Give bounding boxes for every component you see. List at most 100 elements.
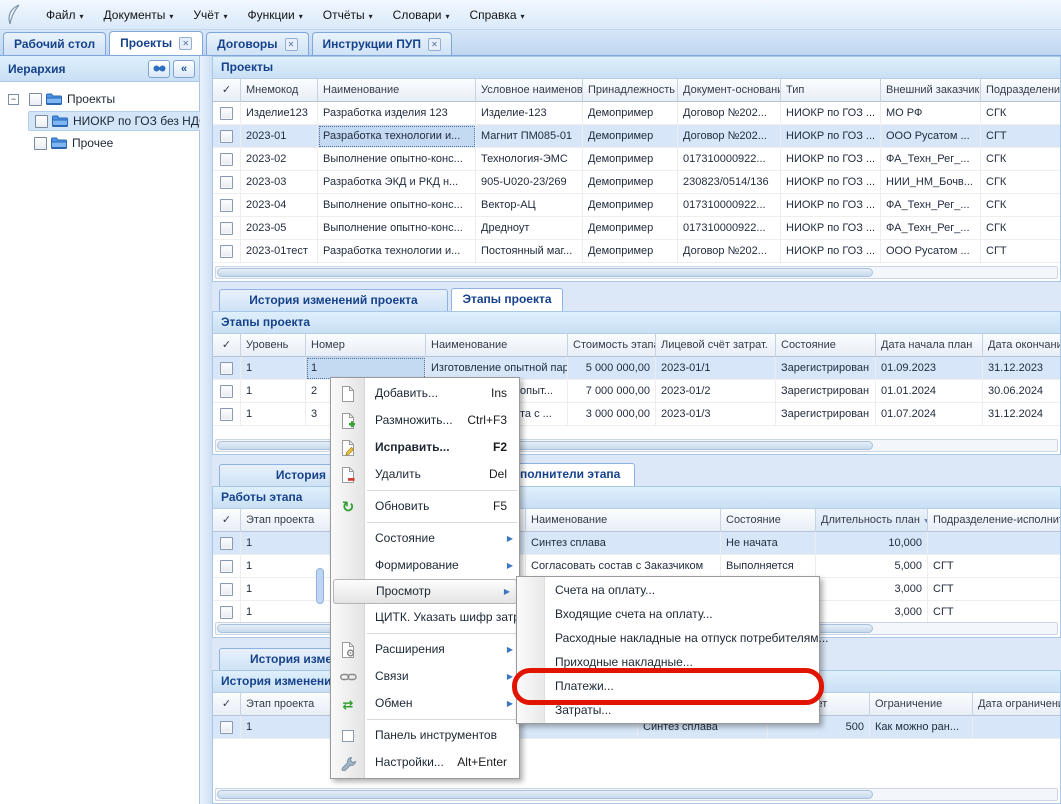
row-checkbox-cell[interactable] [213,532,241,555]
column-header[interactable]: ✓ [213,334,241,357]
row-checkbox[interactable] [220,560,233,573]
scrollbar-thumb[interactable] [217,268,873,277]
context-menu-item[interactable]: Расширения▶ [331,636,519,663]
scrollbar-thumb[interactable] [217,441,873,450]
menubar-item[interactable]: Файл▾ [36,4,94,26]
row-checkbox[interactable] [220,176,233,189]
context-menu-item[interactable]: Настройки...Alt+Enter [331,749,519,776]
column-header[interactable]: Наименование [426,334,568,357]
tab-Договоры[interactable]: Договоры✕ [206,32,308,55]
row-checkbox[interactable] [220,130,233,143]
tree-expand-toggle[interactable]: − [8,94,19,105]
menubar-item[interactable]: Отчёты▾ [313,4,383,26]
row-checkbox-cell[interactable] [213,125,241,148]
collapse-sidebar-button[interactable]: « [173,60,195,78]
column-header[interactable]: Дата окончания [983,334,1060,357]
horizontal-scrollbar[interactable] [215,266,1058,279]
menubar-item[interactable]: Словари▾ [383,4,460,26]
menubar-item[interactable]: Учёт▾ [183,4,237,26]
row-checkbox[interactable] [220,583,233,596]
column-header[interactable]: Дата ограничения [973,693,1060,716]
tree-checkbox[interactable] [35,115,48,128]
tree-item[interactable]: НИОКР по ГОЗ без НДС [0,110,199,132]
column-header[interactable]: Этап проекта [241,693,343,716]
submenu-item[interactable]: Счета на оплату... [517,578,819,602]
tab-Инструкции ПУП[interactable]: Инструкции ПУП✕ [312,32,452,55]
column-header[interactable]: Уровень [241,334,306,357]
row-checkbox[interactable] [220,153,233,166]
row-checkbox[interactable] [220,362,233,375]
table-row[interactable]: Изделие123Разработка изделия 123Изделие-… [213,102,1060,125]
row-checkbox[interactable] [220,606,233,619]
row-checkbox-cell[interactable] [213,716,241,739]
table-row[interactable]: 2023-01тестРазработка технологии и...Пос… [213,240,1060,263]
context-menu-item[interactable]: ⇄Обмен▶ [331,690,519,717]
row-checkbox-cell[interactable] [213,102,241,125]
context-menu-item[interactable]: ↻ОбновитьF5 [331,493,519,520]
row-checkbox-cell[interactable] [213,403,241,426]
sidebar-splitter[interactable] [200,56,212,804]
submenu-item[interactable]: Расходные накладные на отпуск потребител… [517,626,819,650]
tab-Проекты[interactable]: Проекты✕ [109,31,203,55]
row-checkbox-cell[interactable] [213,217,241,240]
menubar-item[interactable]: Функции▾ [237,4,312,26]
scrollbar-thumb[interactable] [217,790,873,799]
column-header[interactable]: Стоимость этапа [568,334,656,357]
submenu-item[interactable]: Входящие счета на оплату... [517,602,819,626]
column-header[interactable]: Подразделение [981,79,1060,102]
row-checkbox[interactable] [220,199,233,212]
column-header[interactable]: Подразделение-исполнитель [928,509,1060,532]
tree-item[interactable]: −Проекты [0,88,199,110]
tree-checkbox[interactable] [34,137,47,150]
menubar-item[interactable]: Документы▾ [94,4,184,26]
row-checkbox-cell[interactable] [213,555,241,578]
row-checkbox-cell[interactable] [213,380,241,403]
row-checkbox[interactable] [220,107,233,120]
vertical-scrollbar-thumb[interactable] [316,568,324,604]
row-checkbox-cell[interactable] [213,148,241,171]
column-header[interactable]: Номер [306,334,426,357]
context-menu-item[interactable]: УдалитьDel [331,461,519,488]
column-header[interactable]: ✓ [213,693,241,716]
column-header[interactable]: Ограничение [870,693,973,716]
context-menu-item[interactable]: Размножить...Ctrl+F3 [331,407,519,434]
table-row[interactable]: 2023-05Выполнение опытно-конс...Дредноут… [213,217,1060,240]
tree-checkbox[interactable] [29,93,42,106]
column-header[interactable]: Документ-основание [678,79,781,102]
close-icon[interactable]: ✕ [428,38,441,51]
row-checkbox[interactable] [220,408,233,421]
row-checkbox-cell[interactable] [213,601,241,623]
horizontal-scrollbar[interactable] [215,788,1058,801]
row-checkbox-cell[interactable] [213,578,241,601]
column-header[interactable]: Дата начала план [876,334,983,357]
column-header[interactable]: Лицевой счёт затрат. [656,334,776,357]
menubar-item[interactable]: Справка▾ [459,4,534,26]
column-header[interactable]: Мнемокод [241,79,318,102]
close-icon[interactable]: ✕ [285,38,298,51]
context-menu-item[interactable]: Состояние▶ [331,525,519,552]
context-menu-item[interactable]: Связи▶ [331,663,519,690]
column-header[interactable]: Этап проекта [241,509,343,532]
column-header[interactable]: ✓ [213,509,241,532]
column-header[interactable]: Длительность план▼ [816,509,928,532]
find-button[interactable] [148,60,170,78]
column-header[interactable]: Состояние [721,509,816,532]
column-header[interactable]: Наименование [526,509,721,532]
tree-item[interactable]: Прочее [0,132,199,154]
table-row[interactable]: 2023-04Выполнение опытно-конс...Вектор-А… [213,194,1060,217]
row-checkbox-cell[interactable] [213,240,241,263]
row-checkbox-cell[interactable] [213,194,241,217]
table-row[interactable]: 2023-03Разработка ЭКД и РКД н...905-U020… [213,171,1060,194]
row-checkbox[interactable] [220,537,233,550]
table-row[interactable]: 2023-01Разработка технологии и...Магнит … [213,125,1060,148]
table-row[interactable]: 2023-02Выполнение опытно-конс...Технолог… [213,148,1060,171]
close-icon[interactable]: ✕ [179,37,192,50]
tab-Рабочий стол[interactable]: Рабочий стол [3,32,106,55]
context-menu-item[interactable]: Формирование▶ [331,552,519,579]
context-menu-item[interactable]: Просмотр▶ [333,579,517,604]
row-checkbox[interactable] [220,385,233,398]
column-header[interactable]: Принадлежность [583,79,678,102]
row-checkbox[interactable] [220,222,233,235]
context-menu-item[interactable]: Панель инструментов [331,722,519,749]
row-checkbox[interactable] [220,245,233,258]
